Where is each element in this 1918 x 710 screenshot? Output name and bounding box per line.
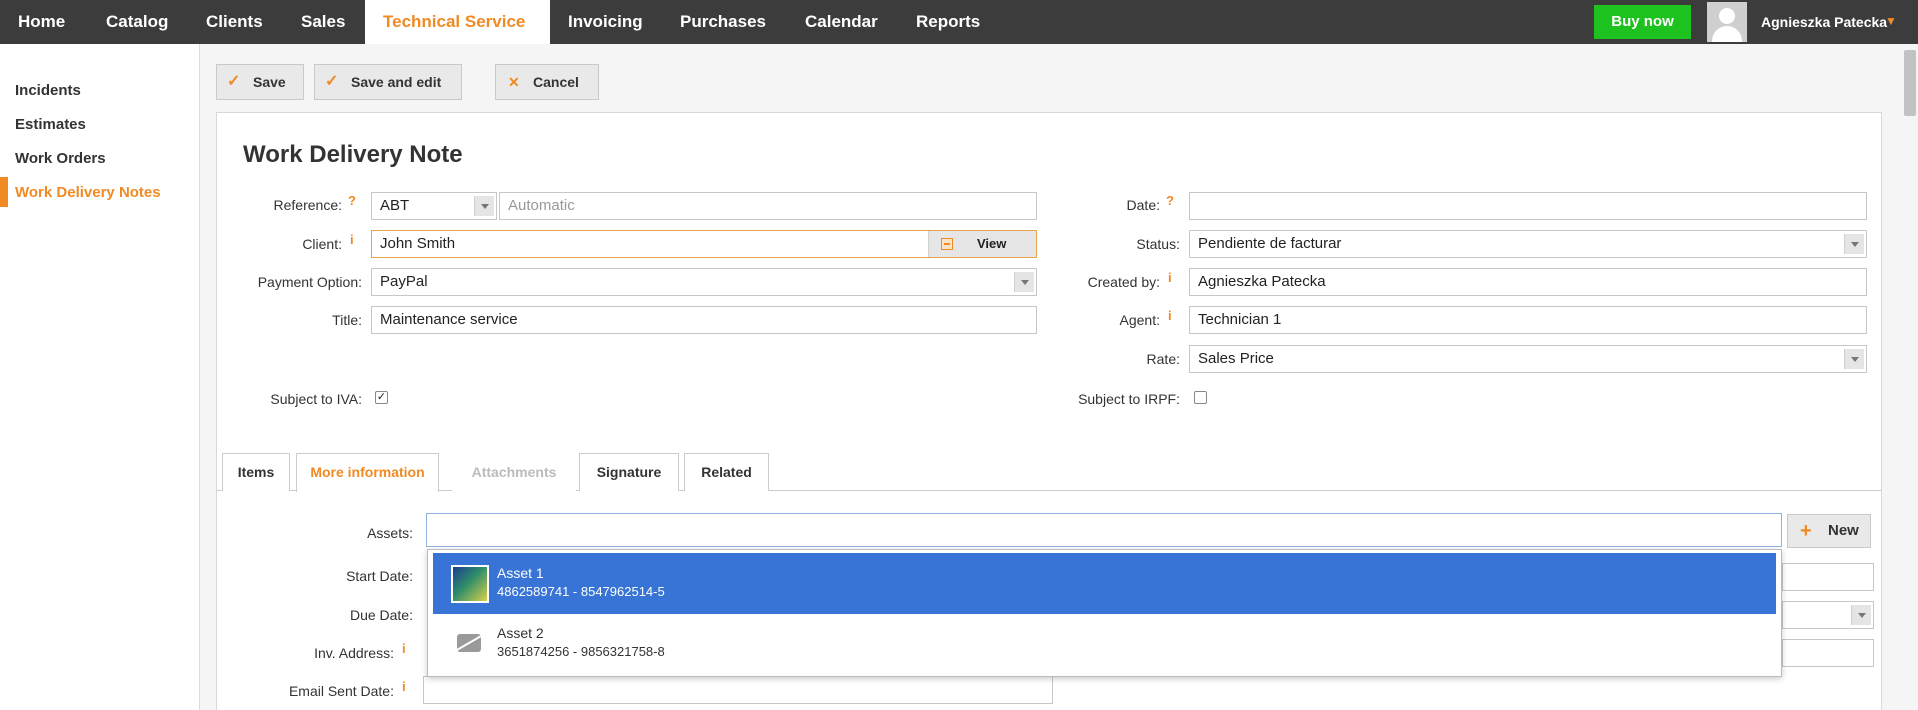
page-title: Work Delivery Note: [243, 141, 463, 168]
info-icon[interactable]: i: [1168, 270, 1172, 285]
inv-address-label: Inv. Address:: [314, 645, 394, 661]
subject-to-irpf-label: Subject to IRPF:: [1078, 391, 1180, 407]
rate-select[interactable]: Sales Price: [1189, 345, 1867, 373]
asset-codes: 4862589741 - 8547962514-5: [497, 584, 665, 599]
top-nav: Home Catalog Clients Sales Technical Ser…: [0, 0, 1918, 44]
view-client-button[interactable]: View: [928, 231, 1036, 257]
subject-to-irpf-checkbox[interactable]: [1194, 391, 1207, 404]
title-label: Title:: [332, 312, 362, 328]
email-sent-date-field[interactable]: [423, 676, 1053, 704]
avatar-head-icon: [1719, 8, 1735, 24]
payment-option-label: Payment Option:: [257, 274, 362, 290]
asset-name: Asset 2: [497, 625, 544, 641]
nav-calendar[interactable]: Calendar: [805, 0, 878, 44]
chevron-down-icon: [1844, 234, 1864, 254]
info-icon[interactable]: i: [402, 679, 406, 694]
no-image-icon: [457, 634, 481, 652]
start-date-label: Start Date:: [346, 568, 413, 584]
sidebar: Incidents Estimates Work Orders Work Del…: [0, 44, 200, 710]
avatar[interactable]: [1707, 2, 1747, 42]
inv-address-field-right[interactable]: [1782, 639, 1874, 667]
save-and-edit-button[interactable]: ✓ Save and edit: [314, 64, 462, 100]
list-item[interactable]: Asset 1 4862589741 - 8547962514-5: [433, 553, 1776, 614]
due-date-label: Due Date:: [349, 607, 413, 623]
new-asset-button[interactable]: + New: [1787, 514, 1871, 548]
status-label: Status:: [1136, 236, 1180, 252]
created-by-label: Created by:: [1087, 274, 1160, 290]
nav-technical-service[interactable]: Technical Service: [365, 0, 550, 44]
reference-number-field[interactable]: Automatic: [499, 192, 1037, 220]
date-field[interactable]: [1189, 192, 1867, 220]
subject-to-iva-label: Subject to IVA:: [270, 391, 362, 407]
buy-now-button[interactable]: Buy now: [1594, 5, 1691, 39]
date-label: Date:: [1126, 197, 1160, 213]
user-name[interactable]: Agnieszka Patecka: [1761, 0, 1887, 44]
help-icon[interactable]: ?: [348, 193, 356, 208]
chevron-down-icon[interactable]: ▼: [1885, 14, 1897, 28]
payment-option-select[interactable]: PayPal: [371, 268, 1037, 296]
nav-clients[interactable]: Clients: [206, 0, 263, 44]
close-icon: ✕: [508, 74, 520, 90]
active-item-marker: [0, 177, 8, 207]
check-icon: ✓: [227, 73, 241, 90]
assets-search-input[interactable]: [426, 513, 1782, 547]
start-date-field-right[interactable]: [1782, 563, 1874, 591]
plus-icon: +: [1800, 520, 1812, 542]
info-icon[interactable]: i: [1168, 308, 1172, 323]
chevron-down-icon: [1851, 605, 1871, 625]
asset-codes: 3651874256 - 9856321758-8: [497, 644, 665, 659]
status-select[interactable]: Pendiente de facturar: [1189, 230, 1867, 258]
tab-related[interactable]: Related: [684, 453, 769, 491]
tab-items[interactable]: Items: [222, 453, 290, 491]
nav-reports[interactable]: Reports: [916, 0, 980, 44]
info-icon[interactable]: i: [350, 232, 354, 247]
agent-field[interactable]: Technician 1: [1189, 306, 1867, 334]
tab-more-information[interactable]: More information: [296, 453, 439, 492]
info-icon[interactable]: i: [402, 641, 406, 656]
asset-name: Asset 1: [497, 565, 544, 581]
client-field[interactable]: John Smith View: [371, 230, 1037, 258]
reference-series-select[interactable]: ABT: [371, 192, 497, 220]
check-icon: ✓: [325, 73, 339, 90]
chevron-down-icon: [1844, 349, 1864, 369]
email-sent-date-label: Email Sent Date:: [288, 683, 394, 699]
document-icon: [941, 238, 953, 250]
sidebar-item-incidents[interactable]: Incidents: [15, 82, 81, 99]
help-icon[interactable]: ?: [1166, 193, 1174, 208]
nav-purchases[interactable]: Purchases: [680, 0, 766, 44]
nav-home[interactable]: Home: [18, 0, 65, 44]
save-button[interactable]: ✓ Save: [216, 64, 304, 100]
tab-signature[interactable]: Signature: [579, 453, 679, 491]
created-by-field[interactable]: Agnieszka Patecka: [1189, 268, 1867, 296]
asset-thumbnail-icon: [451, 565, 489, 603]
tab-attachments[interactable]: Attachments: [452, 453, 576, 491]
sidebar-item-work-orders[interactable]: Work Orders: [15, 150, 106, 167]
nav-invoicing[interactable]: Invoicing: [568, 0, 643, 44]
agent-label: Agent:: [1119, 312, 1160, 328]
chevron-down-icon: [474, 196, 494, 216]
due-date-select-right[interactable]: [1782, 601, 1874, 629]
rate-label: Rate:: [1146, 351, 1180, 367]
avatar-body-icon: [1712, 26, 1742, 42]
reference-label: Reference:: [273, 197, 342, 213]
assets-dropdown: Asset 1 4862589741 - 8547962514-5 Asset …: [427, 549, 1782, 677]
list-item[interactable]: Asset 2 3651874256 - 9856321758-8: [433, 613, 1776, 674]
nav-catalog[interactable]: Catalog: [106, 0, 168, 44]
cancel-button[interactable]: ✕ Cancel: [495, 64, 599, 100]
sidebar-item-work-delivery-notes[interactable]: Work Delivery Notes: [15, 184, 161, 201]
nav-sales[interactable]: Sales: [301, 0, 345, 44]
title-field[interactable]: Maintenance service: [371, 306, 1037, 334]
scrollbar[interactable]: [1904, 50, 1916, 116]
sidebar-item-estimates[interactable]: Estimates: [15, 116, 86, 133]
assets-label: Assets:: [367, 525, 413, 541]
subject-to-iva-checkbox[interactable]: ✓: [375, 391, 388, 404]
client-label: Client:: [302, 236, 342, 252]
